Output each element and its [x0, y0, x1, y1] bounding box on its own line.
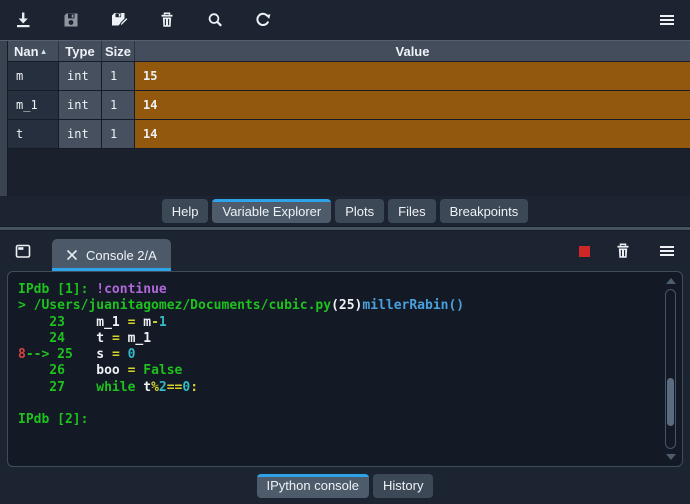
console-toolbar: Console 2/A: [0, 231, 690, 271]
console-line: 27 while t%2==0:: [18, 379, 199, 395]
options-menu-icon[interactable]: [656, 9, 678, 31]
interrupt-kernel-icon[interactable]: [579, 245, 590, 257]
console-tab-label: Console 2/A: [86, 247, 157, 263]
column-header-size[interactable]: Size: [102, 41, 135, 61]
save-data-icon[interactable]: [60, 9, 82, 31]
variable-table-body: m int 1 15 m_1 int 1 14 t int 1 14: [8, 62, 690, 149]
remove-all-variables-icon[interactable]: [156, 9, 178, 31]
tab-plots[interactable]: Plots: [335, 199, 385, 223]
column-header-name-label: Nan: [14, 43, 39, 59]
search-variable-icon[interactable]: [204, 9, 226, 31]
table-row[interactable]: m_1 int 1 14: [8, 91, 690, 120]
console-line: 24 t = m_1: [18, 330, 152, 346]
console-output-area[interactable]: IPdb [1]: !continue > /Users/juanitagomez…: [7, 271, 683, 467]
cell-name[interactable]: m_1: [8, 91, 59, 119]
tab-variable-explorer[interactable]: Variable Explorer: [212, 199, 332, 223]
scrollbar-down-icon[interactable]: [666, 454, 676, 460]
tab-breakpoints[interactable]: Breakpoints: [439, 199, 529, 223]
table-row[interactable]: t int 1 14: [8, 120, 690, 149]
column-header-name[interactable]: Nan ▲: [8, 41, 59, 61]
cell-size[interactable]: 1: [102, 120, 135, 148]
cell-size[interactable]: 1: [102, 62, 135, 90]
console-line: IPdb [2]:: [18, 412, 89, 428]
tab-files[interactable]: Files: [388, 199, 436, 223]
spyder-panes: Nan ▲ Type Size Value m int 1 15 m_1 int 1 14 t in…: [0, 0, 690, 504]
console-tab-bar: IPython console History: [0, 467, 690, 504]
console-line: 8--> 25 s = 0: [18, 347, 136, 363]
cell-size[interactable]: 1: [102, 91, 135, 119]
table-header-row: Nan ▲ Type Size Value: [8, 41, 690, 62]
cell-value[interactable]: 14: [135, 91, 690, 119]
row-header-strip: [0, 41, 8, 196]
scrollbar-thumb[interactable]: [667, 378, 674, 426]
cell-name[interactable]: t: [8, 120, 59, 148]
column-header-type[interactable]: Type: [59, 41, 102, 61]
sort-ascending-icon: ▲: [39, 46, 48, 56]
pane-tab-bar: Help Variable Explorer Plots Files Breakpoin…: [0, 196, 690, 226]
cell-type[interactable]: int: [59, 120, 102, 148]
tab-help[interactable]: Help: [161, 199, 209, 223]
table-row[interactable]: m int 1 15: [8, 62, 690, 91]
scrollbar-track[interactable]: [665, 289, 676, 449]
console-options-menu-icon[interactable]: [656, 240, 678, 262]
console-line: IPdb [1]: !continue: [18, 282, 167, 297]
variable-table: Nan ▲ Type Size Value m int 1 15 m_1 int 1 14 t in…: [0, 40, 690, 196]
cell-value[interactable]: 14: [135, 120, 690, 148]
refresh-variables-icon[interactable]: [252, 9, 274, 31]
cell-type[interactable]: int: [59, 91, 102, 119]
cell-value[interactable]: 15: [135, 62, 690, 90]
tab-ipython-console[interactable]: IPython console: [256, 473, 370, 498]
import-data-icon[interactable]: [12, 9, 34, 31]
console-scrollbar[interactable]: [664, 275, 678, 463]
save-data-as-icon[interactable]: [108, 9, 130, 31]
scrollbar-up-icon[interactable]: [666, 278, 676, 284]
browse-tabs-icon[interactable]: [12, 240, 34, 262]
console-line: 26 boo = False: [18, 363, 183, 379]
console-output[interactable]: IPdb [1]: !continue > /Users/juanitagomez…: [8, 272, 682, 439]
column-header-value[interactable]: Value: [135, 41, 690, 61]
cell-name[interactable]: m: [8, 62, 59, 90]
variable-explorer-toolbar: [0, 0, 690, 40]
remove-console-variables-icon[interactable]: [612, 240, 634, 262]
tab-console-2a[interactable]: Console 2/A: [52, 239, 171, 271]
cell-type[interactable]: int: [59, 62, 102, 90]
console-line: 23 m_1 = m-1: [18, 314, 167, 330]
console-line: > /Users/juanitagomez/Documents/cubic.py…: [18, 298, 465, 314]
tab-history[interactable]: History: [373, 473, 434, 498]
close-tab-icon[interactable]: [66, 249, 78, 261]
